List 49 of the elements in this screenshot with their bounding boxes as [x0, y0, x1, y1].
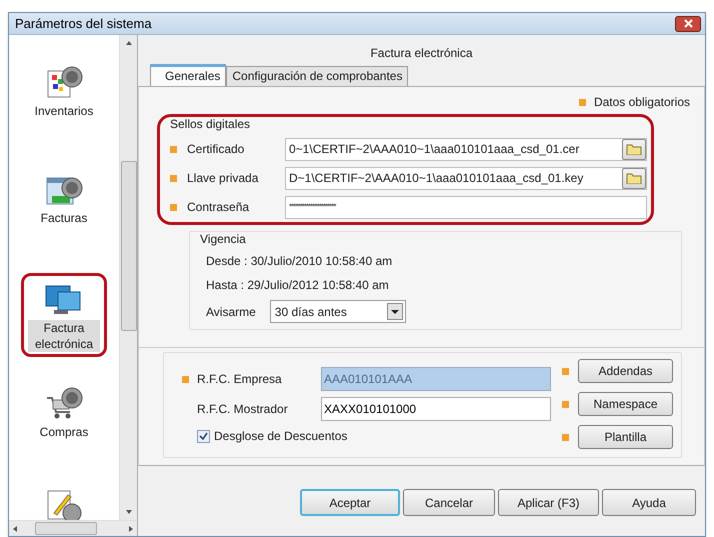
field-label: Contraseña	[187, 199, 250, 216]
input-field[interactable]: 0~1\CERTIF~2\AAA010~1\aaa010101aaa_csd_01.cer	[285, 138, 647, 160]
scrollbar-thumb[interactable]	[35, 522, 97, 535]
scroll-arrow-icon	[124, 508, 132, 516]
input-field[interactable]: **********************	[285, 196, 647, 218]
checkbox-label: Desglose de Descuentos	[214, 428, 348, 445]
dialog-button[interactable]: Ayuda	[602, 489, 696, 516]
scroll-arrow-icon	[127, 524, 135, 532]
close-icon	[684, 19, 692, 28]
group-title: Sellos digitales	[170, 118, 252, 131]
required-legend: Datos obligatorios	[594, 93, 690, 111]
sidebar-item[interactable]: Facturas	[32, 163, 96, 231]
browse-button[interactable]	[622, 138, 646, 160]
date-text: Hasta : 29/Julio/2012 10:58:40 am	[206, 277, 390, 294]
scroll-arrow-icon	[11, 524, 19, 532]
window-title: Parámetros del sistema	[15, 14, 152, 33]
scroll-arrow-icon	[124, 39, 132, 47]
side-button[interactable]: Plantilla	[578, 425, 673, 449]
side-button[interactable]: Namespace	[578, 392, 673, 416]
scrollbar-thumb[interactable]	[120, 161, 136, 331]
sidebar-item[interactable]: Factura electrónica	[21, 273, 107, 357]
tab[interactable]: Generales	[150, 64, 226, 86]
browse-button[interactable]	[622, 168, 646, 188]
input-field[interactable]: XAXX010101000	[321, 397, 551, 421]
required-marker	[578, 98, 586, 106]
dialog-button[interactable]: Cancelar	[403, 489, 495, 516]
checkbox[interactable]	[197, 430, 210, 442]
date-text: Desde : 30/Julio/2010 10:58:40 am	[206, 253, 394, 270]
field-label: Certificado	[187, 141, 246, 158]
input-field: AAA010101AAA	[321, 367, 551, 391]
side-button[interactable]: Addendas	[578, 359, 673, 383]
sidebar-item[interactable]: Inventarios	[26, 56, 102, 124]
panel-title: Factura electrónica	[369, 45, 474, 62]
folder-icon	[626, 143, 642, 155]
folder-icon	[626, 172, 642, 184]
close-button[interactable]	[675, 16, 701, 32]
field-label: Llave privada	[187, 170, 260, 187]
vertical-scrollbar[interactable]	[119, 35, 137, 520]
horizontal-scrollbar[interactable]	[9, 520, 137, 536]
tab[interactable]: Configuración de comprobantes	[226, 66, 408, 86]
input-field[interactable]: D~1\CERTIF~2\AAA010~1\aaa010101aaa_csd_01.key	[285, 166, 647, 190]
field-label: R.F.C. Mostrador	[197, 401, 289, 418]
field-label: Avisarme	[206, 304, 256, 320]
dropdown[interactable]: 30 días antes	[270, 300, 406, 323]
dialog-button[interactable]: Aceptar	[300, 489, 400, 516]
dialog-button[interactable]: Aplicar (F3)	[498, 489, 599, 516]
field-label: R.F.C. Empresa	[197, 371, 283, 388]
sidebar-item[interactable]: Compras	[30, 377, 98, 445]
group-title: Vigencia	[200, 232, 247, 246]
